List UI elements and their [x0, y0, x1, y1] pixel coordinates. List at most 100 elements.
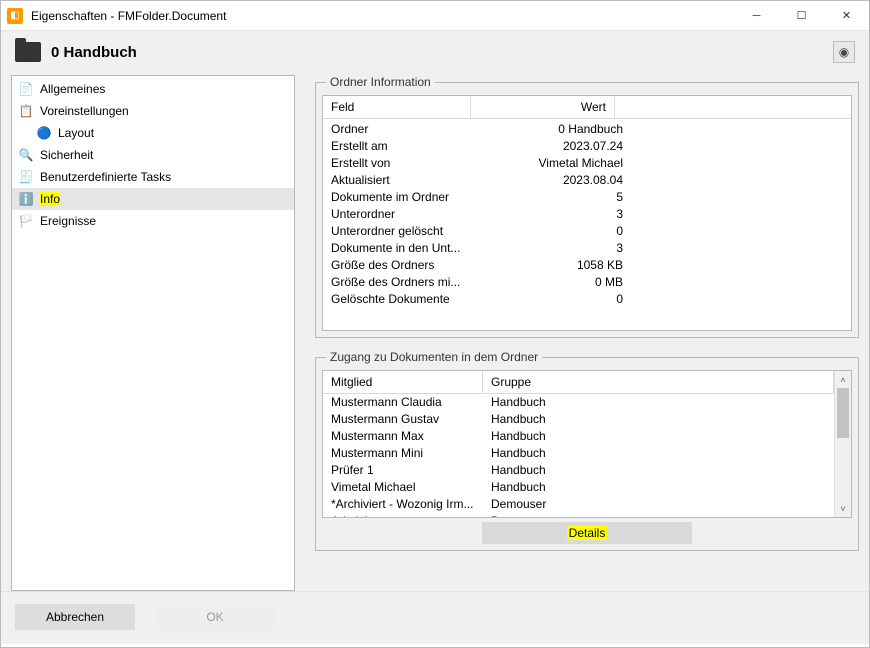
cell-wert: 2023.07.24 [479, 138, 623, 155]
folder-info-table: Feld Wert Ordner0 HandbuchErstellt am202… [322, 95, 852, 331]
col-header-rest [615, 96, 851, 118]
sidebar-item-label: Benutzerdefinierte Tasks [40, 170, 171, 184]
table-row[interactable]: Unterordner3 [323, 206, 851, 223]
sidebar-item-label: Allgemeines [40, 82, 105, 96]
cell-gruppe: Handbuch [491, 462, 826, 479]
titlebar: ◧ Eigenschaften - FMFolder.Document ─ ☐ … [1, 1, 869, 31]
ok-button[interactable]: OK [155, 604, 275, 630]
sidebar-item-benutzerdefinierte-tasks[interactable]: 🧾 Benutzerdefinierte Tasks [12, 166, 294, 188]
page-title: 0 Handbuch [51, 44, 137, 61]
details-button-label: Details [567, 526, 608, 540]
cell-wert: 0 [479, 291, 623, 308]
content: Ordner Information Feld Wert Ordner0 Han… [315, 75, 859, 591]
cell-feld: Ordner [331, 121, 479, 138]
scroll-up-icon[interactable]: ˄ [835, 371, 851, 388]
cell-gruppe: Handbuch [491, 445, 826, 462]
sidebar-item-allgemeines[interactable]: 📄 Allgemeines [12, 78, 294, 100]
cell-wert: 0 [479, 223, 623, 240]
scroll-down-icon[interactable]: ˅ [835, 500, 851, 517]
cell-feld: Erstellt am [331, 138, 479, 155]
cell-mitglied: Mustermann Mini [331, 445, 491, 462]
sidebar-item-info[interactable]: ℹ️Info [12, 188, 294, 210]
table-row[interactable]: AdministratorDemouser [323, 513, 834, 517]
flag-icon: 🏳️ [18, 214, 34, 228]
lock-icon: 🔍 [18, 148, 34, 162]
scroll-thumb[interactable] [837, 388, 849, 438]
sidebar-item-label: Sicherheit [40, 148, 93, 162]
access-group: Zugang zu Dokumenten in dem Ordner Mitgl… [315, 350, 859, 551]
cell-wert: 3 [479, 240, 623, 257]
cell-mitglied: *Archiviert - Wozonig Irm... [331, 496, 491, 513]
list-icon: 📋 [18, 104, 34, 118]
sidebar-item-layout[interactable]: 🔵Layout [12, 122, 294, 144]
main: 📄 Allgemeines 📋 Voreinstellungen 🔵Layout 🔍 Sic… [1, 71, 869, 591]
folder-info-group: Ordner Information Feld Wert Ordner0 Han… [315, 75, 859, 338]
cell-mitglied: Mustermann Gustav [331, 411, 491, 428]
sidebar-item-sicherheit[interactable]: 🔍 Sicherheit [12, 144, 294, 166]
table-row[interactable]: Unterordner gelöscht0 [323, 223, 851, 240]
table-row[interactable]: Erstellt vonVimetal Michael [323, 155, 851, 172]
cell-gruppe: Demouser [491, 513, 826, 517]
cell-feld: Größe des Ordners [331, 257, 479, 274]
table-row[interactable]: Mustermann MiniHandbuch [323, 445, 834, 462]
access-table: Mitglied Gruppe Mustermann ClaudiaHandbu… [322, 370, 852, 518]
cell-feld: Aktualisiert [331, 172, 479, 189]
col-header-wert[interactable]: Wert [471, 96, 615, 118]
cell-gruppe: Handbuch [491, 479, 826, 496]
table-row[interactable]: Ordner0 Handbuch [323, 121, 851, 138]
close-button[interactable]: ✕ [824, 1, 869, 30]
table-row[interactable]: Größe des Ordners mi...0 MB [323, 274, 851, 291]
cell-feld: Größe des Ordners mi... [331, 274, 479, 291]
cell-mitglied: Mustermann Claudia [331, 394, 491, 411]
folder-icon [15, 42, 41, 62]
cell-gruppe: Demouser [491, 496, 826, 513]
cell-mitglied: Administrator [331, 513, 491, 517]
table-row[interactable]: Aktualisiert2023.08.04 [323, 172, 851, 189]
access-header: Mitglied Gruppe [323, 371, 834, 394]
folder-info-header: Feld Wert [323, 96, 851, 119]
cell-feld: Dokumente im Ordner [331, 189, 479, 206]
cell-wert: 0 Handbuch [479, 121, 623, 138]
cell-wert: 0 MB [479, 274, 623, 291]
table-row[interactable]: Dokumente in den Unt...3 [323, 240, 851, 257]
cell-mitglied: Mustermann Max [331, 428, 491, 445]
sidebar-item-voreinstellungen[interactable]: 📋 Voreinstellungen [12, 100, 294, 122]
table-row[interactable]: Gelöschte Dokumente0 [323, 291, 851, 308]
cell-mitglied: Vimetal Michael [331, 479, 491, 496]
cell-mitglied: Prüfer 1 [331, 462, 491, 479]
details-button[interactable]: Details [482, 522, 692, 544]
sidebar-item-label: Ereignisse [40, 214, 96, 228]
cell-gruppe: Handbuch [491, 394, 826, 411]
table-row[interactable]: Erstellt am2023.07.24 [323, 138, 851, 155]
table-row[interactable]: Dokumente im Ordner5 [323, 189, 851, 206]
cell-wert: Vimetal Michael [479, 155, 623, 172]
document-icon: 📄 [18, 82, 34, 96]
maximize-button[interactable]: ☐ [779, 1, 824, 30]
table-row[interactable]: Vimetal MichaelHandbuch [323, 479, 834, 496]
table-row[interactable]: Mustermann GustavHandbuch [323, 411, 834, 428]
help-button[interactable]: ◉ [833, 41, 855, 63]
sidebar-item-label: Voreinstellungen [40, 104, 129, 118]
col-header-gruppe[interactable]: Gruppe [483, 371, 834, 393]
sidebar-item-label: Info [40, 192, 60, 206]
table-row[interactable]: *Archiviert - Wozonig Irm...Demouser [323, 496, 834, 513]
table-row[interactable]: Prüfer 1Handbuch [323, 462, 834, 479]
access-legend: Zugang zu Dokumenten in dem Ordner [326, 350, 542, 364]
minimize-button[interactable]: ─ [734, 1, 779, 30]
cancel-button[interactable]: Abbrechen [15, 604, 135, 630]
access-scrollbar[interactable]: ˄ ˅ [834, 371, 851, 517]
cell-gruppe: Handbuch [491, 428, 826, 445]
sidebar-item-ereignisse[interactable]: 🏳️ Ereignisse [12, 210, 294, 232]
table-row[interactable]: Mustermann ClaudiaHandbuch [323, 394, 834, 411]
table-row[interactable]: Mustermann MaxHandbuch [323, 428, 834, 445]
folder-info-legend: Ordner Information [326, 75, 435, 89]
col-header-mitglied[interactable]: Mitglied [323, 371, 483, 393]
cell-feld: Gelöschte Dokumente [331, 291, 479, 308]
cell-feld: Dokumente in den Unt... [331, 240, 479, 257]
tasks-icon: 🧾 [18, 170, 34, 184]
table-row[interactable]: Größe des Ordners1058 KB [323, 257, 851, 274]
scroll-track[interactable] [835, 388, 851, 500]
header: 0 Handbuch ◉ [1, 31, 869, 71]
window-title: Eigenschaften - FMFolder.Document [31, 9, 734, 23]
col-header-feld[interactable]: Feld [323, 96, 471, 118]
